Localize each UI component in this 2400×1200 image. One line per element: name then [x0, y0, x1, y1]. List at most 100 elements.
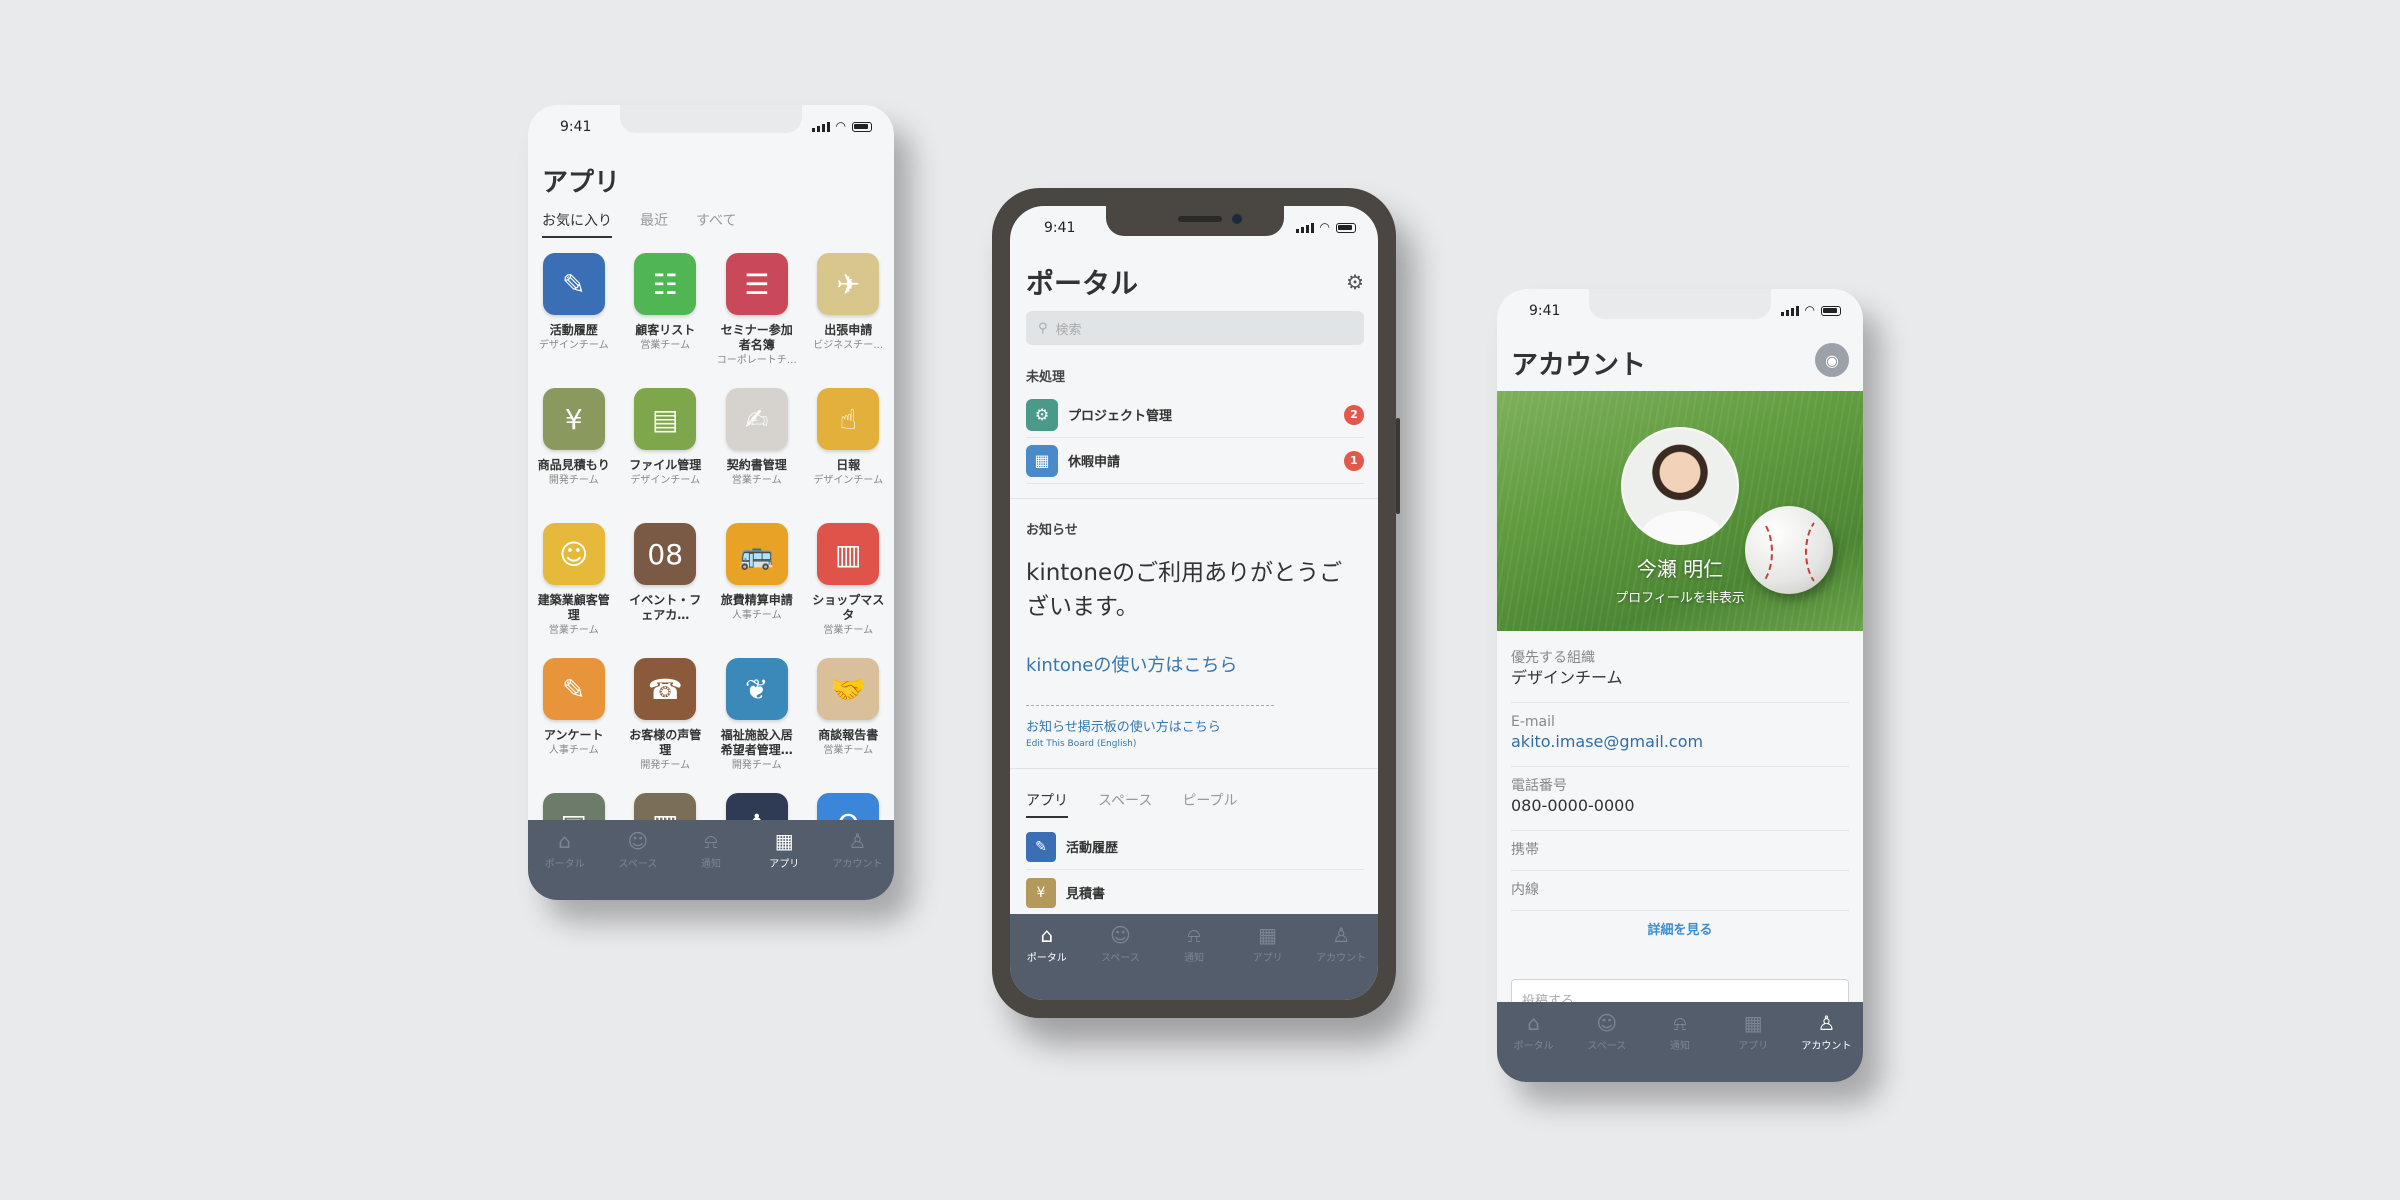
app-team: デザインチーム [538, 340, 609, 351]
phone-portal-screen: 9:41 ◠ ポータル ⚙ ⚲ 検索 未処理 ⚙ プロジェクト管理 2 ▦ 休暇… [1010, 206, 1378, 1000]
chat-icon: ☺ [627, 829, 649, 853]
tabbar-label: スペース [1587, 1041, 1627, 1052]
camera-icon[interactable]: ◉ [1815, 343, 1849, 377]
tabbar-item[interactable]: ⍾ 通知 [674, 820, 747, 900]
field-label: 携帯 [1511, 842, 1539, 858]
board-help-link[interactable]: お知らせ掲示板の使い方はこちら [1026, 716, 1221, 735]
avatar[interactable] [1621, 427, 1739, 545]
tabbar-item[interactable]: ▦ アプリ [1717, 1002, 1790, 1082]
count-badge: 1 [1344, 450, 1364, 471]
app-icon: ▤ [634, 388, 697, 450]
app-icon: 🤝 [817, 658, 880, 720]
search-input[interactable]: ⚲ 検索 [1026, 311, 1364, 345]
app-icon: 🚌 [725, 523, 788, 585]
tabbar-item[interactable]: ♙ アカウント [1304, 914, 1378, 1000]
app-team: 営業チーム [731, 475, 782, 486]
user-icon: ♙ [1817, 1011, 1836, 1035]
divider [1010, 768, 1378, 769]
bottom-tab-bar: ⌂ ポータル ☺ スペース ⍾ 通知 ▦ アプリ ♙ アカウント [1010, 914, 1378, 1000]
app-icon: ✎ [542, 253, 605, 315]
app-tile[interactable]: ☷ 顧客リスト 営業チーム [620, 253, 712, 388]
tabbar-item[interactable]: ⌂ ポータル [528, 820, 601, 900]
portal-tabs: アプリ スペース ピープル [1026, 790, 1238, 818]
chat-icon: ☺ [1596, 1011, 1618, 1035]
app-tile[interactable]: 🚌 旅費精算申請 人事チーム [711, 523, 803, 658]
tab-favorites[interactable]: お気に入り [542, 210, 612, 238]
app-name: 旅費精算申請 [720, 593, 793, 607]
tabbar-item[interactable]: ☺ スペース [1084, 914, 1158, 1000]
tabbar-label: スペース [1100, 953, 1140, 964]
bell-icon: ⍾ [704, 829, 718, 853]
app-team: 営業チーム [640, 340, 691, 351]
tab-all[interactable]: すべて [696, 210, 736, 238]
home-icon: ⌂ [1040, 923, 1054, 947]
search-icon: ⚲ [1038, 320, 1048, 336]
tab-spaces[interactable]: スペース [1098, 790, 1152, 818]
tabbar-item[interactable]: ☺ スペース [601, 820, 674, 900]
divider [1010, 498, 1378, 499]
list-item[interactable]: ✎ 活動履歴 [1026, 824, 1364, 870]
phone-account-screen: 9:41 ◠ アカウント ◉ 今瀬 明仁 プロフィールを非表示 優先する組織 デ… [1497, 289, 1863, 1082]
app-tile[interactable]: ✎ アンケート 人事チーム [528, 658, 620, 793]
tabbar-item[interactable]: ▦ アプリ [1231, 914, 1305, 1000]
tabbar-item[interactable]: ♙ アカウント [1790, 1002, 1863, 1082]
app-team: デザインチーム [813, 475, 884, 486]
app-name: 活動履歴 [549, 323, 598, 337]
status-time: 9:41 [1529, 303, 1561, 319]
field-email: E-mail akito.imase@gmail.com [1511, 705, 1849, 767]
app-tile[interactable]: ☰ セミナー参加者名簿 コーポレートチ… [711, 253, 803, 388]
field-label: 電話番号 [1511, 778, 1567, 794]
grid-icon: ▦ [1743, 1011, 1763, 1035]
app-tile[interactable]: 08 イベント・フェアカ… [620, 523, 712, 658]
pending-item[interactable]: ▦ 休暇申請 1 [1026, 438, 1364, 484]
app-tile[interactable]: ✎ 活動履歴デザインチーム [528, 253, 620, 388]
app-name: 顧客リスト [635, 323, 696, 337]
see-details-link[interactable]: 詳細を見る [1497, 919, 1863, 938]
tabbar-item[interactable]: ⌂ ポータル [1010, 914, 1084, 1000]
tab-apps[interactable]: アプリ [1026, 790, 1068, 818]
user-name: 今瀬 明仁 [1636, 557, 1724, 581]
tab-recent[interactable]: 最近 [640, 210, 668, 238]
email-link[interactable]: akito.imase@gmail.com [1511, 731, 1849, 753]
tabbar-item[interactable]: ☺ スペース [1570, 1002, 1643, 1082]
app-tile[interactable]: ▥ ショップマスタ 営業チーム [803, 523, 895, 658]
tabbar-item[interactable]: ▦ アプリ [748, 820, 821, 900]
pending-item[interactable]: ⚙ プロジェクト管理 2 [1026, 392, 1364, 438]
app-tile[interactable]: ❦ 福祉施設入居希望者管理… 開発チーム [711, 658, 803, 793]
app-tile[interactable]: ✈ 出張申請 ビジネスチー… [803, 253, 895, 388]
app-tile[interactable]: ☎ お客様の声管理 開発チーム [620, 658, 712, 793]
app-team: 人事チーム [548, 745, 599, 756]
app-tile[interactable]: 🤝 商談報告書 営業チーム [803, 658, 895, 793]
list-item-label: 見積書 [1066, 887, 1106, 902]
tabbar-item[interactable]: ⍾ 通知 [1643, 1002, 1716, 1082]
edit-board-link[interactable]: Edit This Board (English) [1026, 739, 1136, 749]
app-name: 契約書管理 [726, 458, 787, 472]
tabbar-item[interactable]: ⍾ 通知 [1157, 914, 1231, 1000]
app-tile[interactable]: ☺ 建築業顧客管理 営業チーム [528, 523, 620, 658]
list-item[interactable]: ¥ 見積書 [1026, 870, 1364, 916]
tab-people[interactable]: ピープル [1182, 790, 1237, 818]
app-team: 人事チーム [731, 610, 782, 621]
app-tile[interactable]: ▤ ファイル管理 デザインチーム [620, 388, 712, 523]
search-placeholder: 検索 [1055, 322, 1082, 338]
pending-heading: 未処理 [1026, 370, 1066, 385]
battery-icon [852, 121, 872, 132]
tabbar-item[interactable]: ♙ アカウント [821, 820, 894, 900]
field-label: 優先する組織 [1511, 650, 1595, 666]
app-tile[interactable]: ✍ 契約書管理 営業チーム [711, 388, 803, 523]
signal-icon [1780, 305, 1799, 316]
gear-icon[interactable]: ⚙ [1346, 270, 1364, 294]
howto-link[interactable]: kintoneの使い方はこちら [1026, 651, 1237, 677]
app-name: お客様の声管理 [629, 728, 702, 757]
pending-item-label: プロジェクト管理 [1068, 409, 1173, 424]
tabbar-label: スペース [618, 859, 658, 870]
app-grid: ✎ 活動履歴 デザインチーム ☷ 顧客リスト 営業チーム ☰ セミナー参加者名簿 コーポレートチ… [528, 253, 894, 900]
app-tile[interactable]: ¥ 商品見積もり 開発チーム [528, 388, 620, 523]
tabbar-item[interactable]: ⌂ ポータル [1497, 1002, 1570, 1082]
notice-heading: お知らせ [1026, 523, 1078, 538]
battery-icon [1821, 305, 1841, 316]
hide-profile-link[interactable]: プロフィールを非表示 [1497, 587, 1863, 606]
wifi-icon: ◠ [1319, 220, 1330, 234]
user-icon: ♙ [848, 829, 867, 853]
app-tile[interactable]: ☝ 日報 デザインチーム [803, 388, 895, 523]
